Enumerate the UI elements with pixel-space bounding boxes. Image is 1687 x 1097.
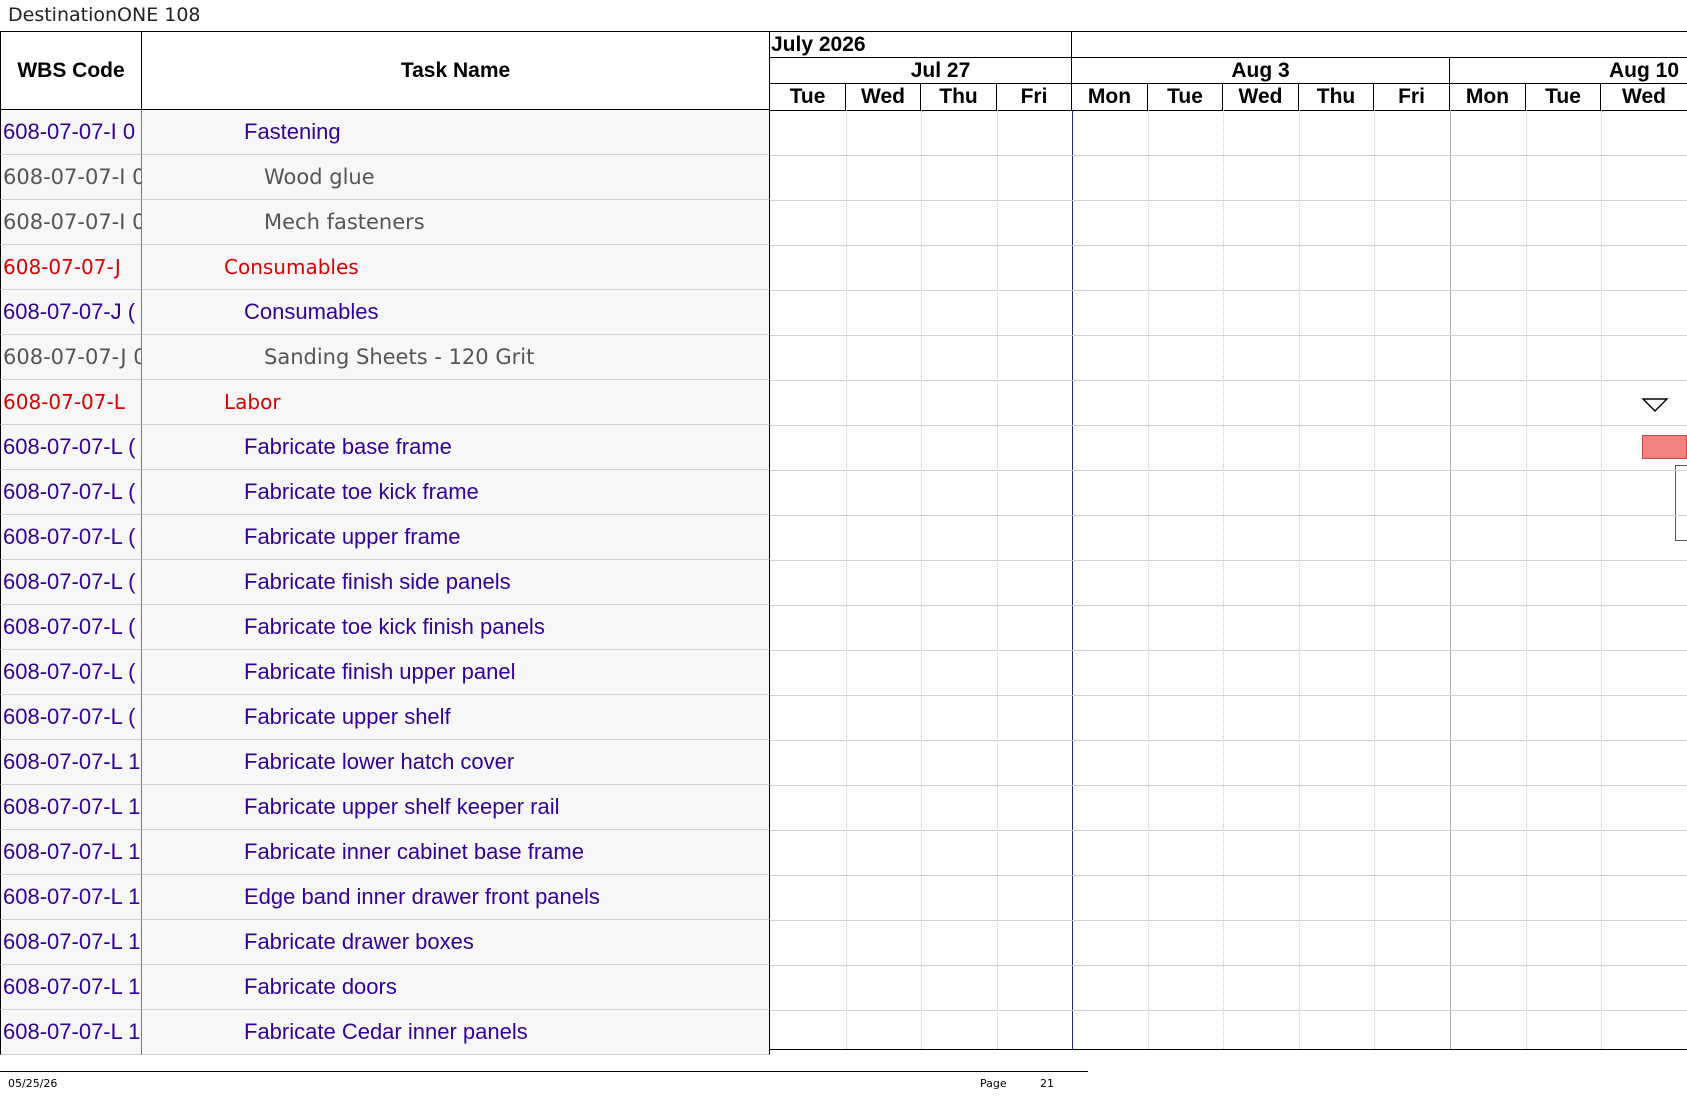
footer-page-number: 21: [1040, 1077, 1054, 1090]
table-row[interactable]: 608-07-07-L ( Fabricate finish side pane…: [0, 560, 1687, 605]
task-name-cell[interactable]: Fabricate upper shelf keeper rail: [142, 785, 770, 830]
wbs-cell[interactable]: 608-07-07-L (: [0, 650, 142, 695]
timescale-day: Wed: [1622, 85, 1666, 108]
task-name-cell[interactable]: Fabricate doors: [142, 965, 770, 1010]
table-row[interactable]: 608-07-07-J 01 Sanding Sheets - 120 Grit: [0, 335, 1687, 380]
wbs-cell[interactable]: 608-07-07-I 01: [0, 200, 142, 245]
table-row[interactable]: 608-07-07-L 1 Fabricate inner cabinet ba…: [0, 830, 1687, 875]
document-title: DestinationONE 108: [8, 4, 201, 26]
task-name-cell[interactable]: Wood glue: [142, 155, 770, 200]
task-name-cell[interactable]: Consumables: [142, 290, 770, 335]
column-header-wbs[interactable]: WBS Code: [0, 32, 142, 110]
gantt-sheet: WBS Code Task Name July 2026 Jul 27 Aug …: [0, 31, 1687, 1055]
table-row[interactable]: 608-07-07-L Labor: [0, 380, 1687, 425]
timescale-day: Tue: [1526, 84, 1601, 110]
wbs-cell[interactable]: 608-07-07-L 1: [0, 875, 142, 920]
table-row[interactable]: 608-07-07-L ( Fabricate finish upper pan…: [0, 650, 1687, 695]
table-row[interactable]: 608-07-07-I 01 Mech fasteners: [0, 200, 1687, 245]
timescale-day: Tue: [1148, 84, 1223, 110]
wbs-cell[interactable]: 608-07-07-I 01: [0, 155, 142, 200]
task-name-cell[interactable]: Fabricate lower hatch cover: [142, 740, 770, 785]
table-row[interactable]: 608-07-07-L ( Fabricate toe kick finish …: [0, 605, 1687, 650]
wbs-cell[interactable]: 608-07-07-J 01: [0, 335, 142, 380]
task-name-cell[interactable]: Mech fasteners: [142, 200, 770, 245]
task-name-cell[interactable]: Fabricate base frame: [142, 425, 770, 470]
table-row[interactable]: 608-07-07-L ( Fabricate base frame: [0, 425, 1687, 470]
task-name-cell[interactable]: Fabricate toe kick frame: [142, 470, 770, 515]
timescale-day: Mon: [1072, 84, 1148, 110]
wbs-cell[interactable]: 608-07-07-J (: [0, 290, 142, 335]
column-header-task-name[interactable]: Task Name: [142, 32, 770, 110]
timescale-day: Thu: [921, 84, 997, 110]
timescale-day: Fri: [997, 84, 1072, 110]
table-row[interactable]: 608-07-07-L 1 Fabricate upper shelf keep…: [0, 785, 1687, 830]
task-name-cell[interactable]: Fabricate Cedar inner panels: [142, 1010, 770, 1055]
table-row[interactable]: 608-07-07-L 1 Fabricate doors: [0, 965, 1687, 1010]
timescale-day: Tue: [770, 84, 846, 110]
table-row[interactable]: 608-07-07-L 1 Fabricate lower hatch cove…: [0, 740, 1687, 785]
timescale-day: Fri: [1374, 84, 1450, 110]
wbs-cell[interactable]: 608-07-07-L (: [0, 605, 142, 650]
footer-page-label: Page: [980, 1077, 1007, 1090]
wbs-cell[interactable]: 608-07-07-L 1: [0, 830, 142, 875]
table-row[interactable]: 608-07-07-L 1 Edge band inner drawer fro…: [0, 875, 1687, 920]
wbs-cell[interactable]: 608-07-07-L (: [0, 560, 142, 605]
table-row[interactable]: 608-07-07-L ( Fabricate toe kick frame: [0, 470, 1687, 515]
footer-divider: [0, 1071, 1088, 1072]
wbs-cell[interactable]: 608-07-07-L 1: [0, 920, 142, 965]
task-name-cell[interactable]: Edge band inner drawer front panels: [142, 875, 770, 920]
wbs-cell[interactable]: 608-07-07-L (: [0, 515, 142, 560]
wbs-cell[interactable]: 608-07-07-L 1: [0, 785, 142, 830]
table-row[interactable]: 608-07-07-L ( Fabricate upper shelf: [0, 695, 1687, 740]
wbs-cell[interactable]: 608-07-07-I 0: [0, 110, 142, 155]
task-name-cell[interactable]: Fabricate drawer boxes: [142, 920, 770, 965]
task-name-cell[interactable]: Consumables: [142, 245, 770, 290]
task-name-cell[interactable]: Labor: [142, 380, 770, 425]
timescale-week: Aug 3: [1072, 58, 1450, 84]
table-row[interactable]: 608-07-07-L 1 Fabricate Cedar inner pane…: [0, 1010, 1687, 1055]
wbs-cell[interactable]: 608-07-07-L (: [0, 425, 142, 470]
task-name-cell[interactable]: Fabricate finish upper panel: [142, 650, 770, 695]
timescale-month: July 2026: [770, 32, 1072, 58]
wbs-cell[interactable]: 608-07-07-L 1: [0, 1010, 142, 1055]
wbs-cell[interactable]: 608-07-07-L 1: [0, 965, 142, 1010]
wbs-cell[interactable]: 608-07-07-J: [0, 245, 142, 290]
footer-date: 05/25/26: [8, 1077, 58, 1090]
table-row[interactable]: 608-07-07-J Consumables: [0, 245, 1687, 290]
task-name-cell[interactable]: Fabricate toe kick finish panels: [142, 605, 770, 650]
timescale-day: Mon: [1450, 84, 1526, 110]
table-row[interactable]: 608-07-07-J ( Consumables: [0, 290, 1687, 335]
timescale-day: Wed: [1223, 84, 1299, 110]
table-row[interactable]: 608-07-07-I 0 Fastening: [0, 110, 1687, 155]
task-name-cell[interactable]: Fastening: [142, 110, 770, 155]
wbs-cell[interactable]: 608-07-07-L 1: [0, 740, 142, 785]
table-row[interactable]: 608-07-07-L ( Fabricate upper frame: [0, 515, 1687, 560]
task-name-cell[interactable]: Fabricate inner cabinet base frame: [142, 830, 770, 875]
task-name-cell[interactable]: Fabricate upper shelf: [142, 695, 770, 740]
wbs-cell[interactable]: 608-07-07-L: [0, 380, 142, 425]
timescale-month-blank: [1072, 32, 1687, 58]
wbs-cell[interactable]: 608-07-07-L (: [0, 695, 142, 740]
timescale-week: Aug 10: [1450, 58, 1687, 84]
timescale-day: Wed: [846, 84, 921, 110]
task-name-cell[interactable]: Sanding Sheets - 120 Grit: [142, 335, 770, 380]
wbs-cell[interactable]: 608-07-07-L (: [0, 470, 142, 515]
table-row[interactable]: 608-07-07-I 01 Wood glue: [0, 155, 1687, 200]
table-row[interactable]: 608-07-07-L 1 Fabricate drawer boxes: [0, 920, 1687, 965]
timescale-day: Thu: [1299, 84, 1374, 110]
timescale: July 2026 Jul 27 Aug 3 Aug 10 Tue Wed Th…: [770, 32, 1687, 111]
timescale-week: Jul 27: [770, 58, 1072, 84]
task-name-cell[interactable]: Fabricate finish side panels: [142, 560, 770, 605]
task-name-cell[interactable]: Fabricate upper frame: [142, 515, 770, 560]
